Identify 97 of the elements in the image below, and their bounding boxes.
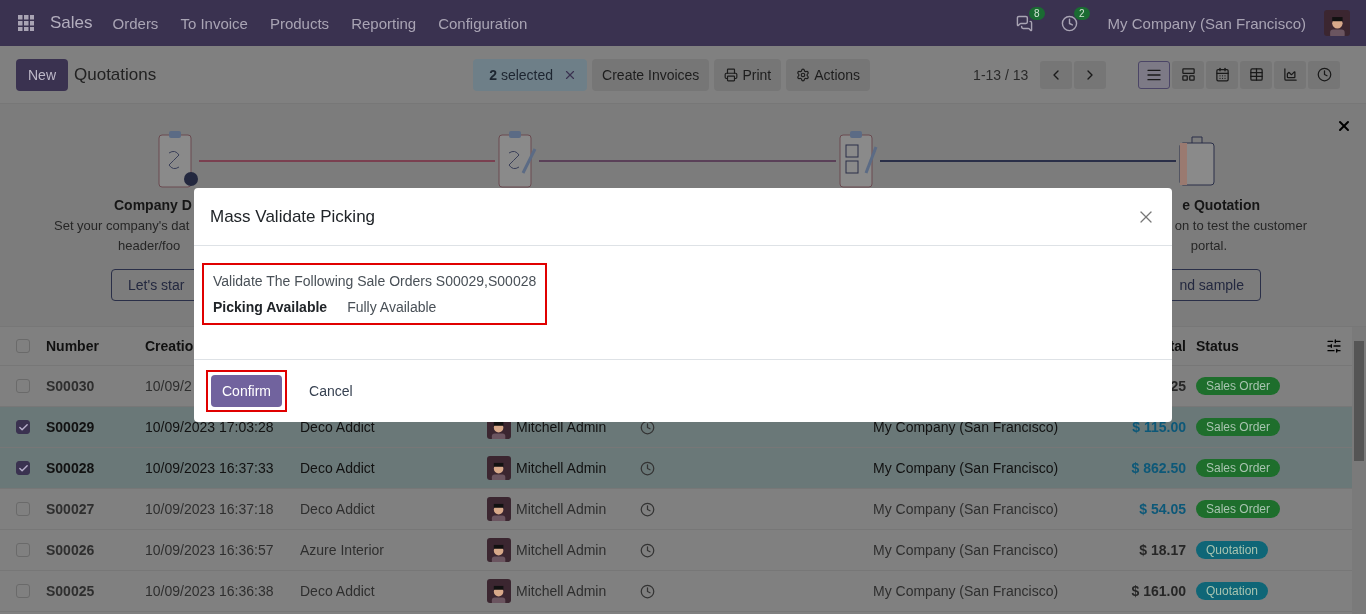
clock-icon[interactable] — [640, 419, 655, 435]
field-label: Picking Available — [213, 299, 328, 315]
table-icon — [1248, 67, 1264, 82]
close-icon[interactable] — [1336, 118, 1352, 134]
table-cell: S00026 — [46, 542, 95, 558]
table-cell: My Company (San Francisco) — [873, 501, 1059, 517]
table-cell: Mitchell Admin — [516, 460, 607, 476]
table-cell: S00027 — [46, 501, 95, 517]
table-cell: My Company (San Francisco) — [873, 583, 1059, 599]
field-value: Fully Available — [347, 299, 437, 315]
table-cell: Azure Interior — [300, 542, 385, 558]
menu-item[interactable]: Reporting — [351, 14, 417, 32]
status-tag: Sales Order — [1196, 418, 1281, 436]
clock-icon — [1316, 67, 1332, 82]
table-cell-text: $ 862.50 — [1131, 460, 1187, 476]
row-checkbox[interactable] — [16, 461, 30, 475]
status-tag: Quotation — [1196, 582, 1269, 600]
table-cell: My Company (San Francisco) — [873, 460, 1059, 476]
action-button[interactable]: Print — [714, 58, 782, 91]
company-name[interactable]: My Company (San Francisco) — [1107, 14, 1306, 32]
table-cell: 10/09/2023 16:37:33 — [145, 460, 274, 476]
step-description: on to test the customer — [1174, 219, 1307, 233]
table-cell: S00030 — [46, 378, 95, 394]
user-avatar — [487, 497, 511, 521]
table-cell: S00025 — [46, 583, 95, 599]
menu-item[interactable]: Orders — [112, 14, 159, 32]
app-name[interactable]: Sales — [50, 13, 93, 33]
table-cell: Deco Addict — [300, 583, 375, 599]
table-cell: My Company (San Francisco) — [873, 419, 1059, 435]
table-cell: 10/09/2 — [145, 378, 192, 394]
column-settings-icon[interactable] — [1326, 338, 1342, 354]
step-description: Set your company's dat — [54, 219, 191, 233]
next-button[interactable] — [1074, 60, 1107, 89]
cancel-button[interactable]: Cancel — [298, 375, 364, 407]
status-tag: Sales Order — [1196, 377, 1281, 395]
gear-icon — [796, 67, 811, 82]
step-description: header/foo — [118, 239, 182, 253]
view-switch-button[interactable] — [1172, 60, 1205, 89]
menu-item[interactable]: Configuration — [438, 14, 528, 32]
action-button[interactable]: Create Invoices — [592, 58, 710, 91]
table-cell: 10/09/2023 16:36:38 — [145, 583, 274, 599]
previous-button[interactable] — [1040, 60, 1073, 89]
menu-item[interactable]: To Invoice — [180, 14, 248, 32]
table-cell: S00029 — [46, 419, 95, 435]
row-checkbox[interactable] — [16, 420, 30, 434]
step-description: portal. — [1190, 239, 1227, 253]
user-avatar[interactable] — [1324, 10, 1350, 36]
dialog-title: Mass Validate Picking — [210, 206, 376, 227]
table-cell: 10/09/2023 17:03:28 — [145, 419, 274, 435]
step-title: Company D — [114, 197, 193, 213]
count-badge: 8 — [1029, 6, 1045, 20]
kanban-view-icon — [1180, 67, 1196, 82]
user-avatar — [487, 456, 511, 480]
count-badge: 2 — [1074, 6, 1090, 20]
table-cell: 10/09/2023 16:36:57 — [145, 542, 274, 558]
confirm-button[interactable]: Confirm — [211, 375, 282, 407]
status-tag: Quotation — [1196, 541, 1269, 559]
table-cell-text: 25 — [1170, 378, 1187, 394]
view-switch-button[interactable] — [1274, 60, 1307, 89]
column-header[interactable]: Status — [1196, 338, 1239, 354]
view-switch-button[interactable] — [1308, 60, 1341, 89]
table-cell: Mitchell Admin — [516, 419, 607, 435]
user-avatar — [487, 538, 511, 562]
selection-count: 2 selected — [489, 66, 554, 83]
action-button[interactable]: Actions — [786, 58, 871, 91]
table-cell-text: $ 54.05 — [1139, 501, 1187, 517]
scrollbar[interactable] — [1352, 327, 1366, 614]
table-cell-text: $ 161.00 — [1131, 583, 1187, 599]
table-cell: Mitchell Admin — [516, 583, 607, 599]
table-cell: 10/09/2023 16:37:18 — [145, 501, 274, 517]
chat-icon[interactable] — [1015, 14, 1033, 32]
table-cell-text: $ 115.00 — [1132, 419, 1187, 435]
table-cell: Deco Addict — [300, 419, 375, 435]
page-title: Quotations — [74, 64, 157, 85]
step-title: e Quotation — [1182, 197, 1260, 213]
table-cell: My Company (San Francisco) — [873, 542, 1059, 558]
new-button[interactable]: New — [16, 58, 68, 91]
view-switch-button[interactable] — [1138, 60, 1171, 89]
table-cell: S00028 — [46, 460, 95, 476]
menu-item[interactable]: Products — [269, 14, 330, 32]
user-avatar — [487, 579, 511, 603]
column-header[interactable]: Number — [46, 338, 99, 354]
view-switch-button[interactable] — [1206, 60, 1239, 89]
apps-grid-icon[interactable] — [18, 15, 34, 31]
calendar-icon — [1214, 67, 1230, 82]
status-tag: Sales Order — [1196, 500, 1281, 518]
pager-value[interactable]: 1-13 / 13 — [973, 66, 1029, 83]
table-cell: Deco Addict — [300, 460, 375, 476]
table-cell: Mitchell Admin — [516, 542, 607, 558]
column-header[interactable]: Creatio — [145, 338, 194, 354]
view-switch-button[interactable] — [1240, 60, 1273, 89]
area-chart-icon — [1282, 67, 1298, 82]
table-cell: Mitchell Admin — [516, 501, 607, 517]
status-tag: Sales Order — [1196, 459, 1281, 477]
table-cell-text: $ 18.17 — [1139, 542, 1187, 558]
table-cell: Deco Addict — [300, 501, 375, 517]
printer-icon — [724, 67, 739, 82]
